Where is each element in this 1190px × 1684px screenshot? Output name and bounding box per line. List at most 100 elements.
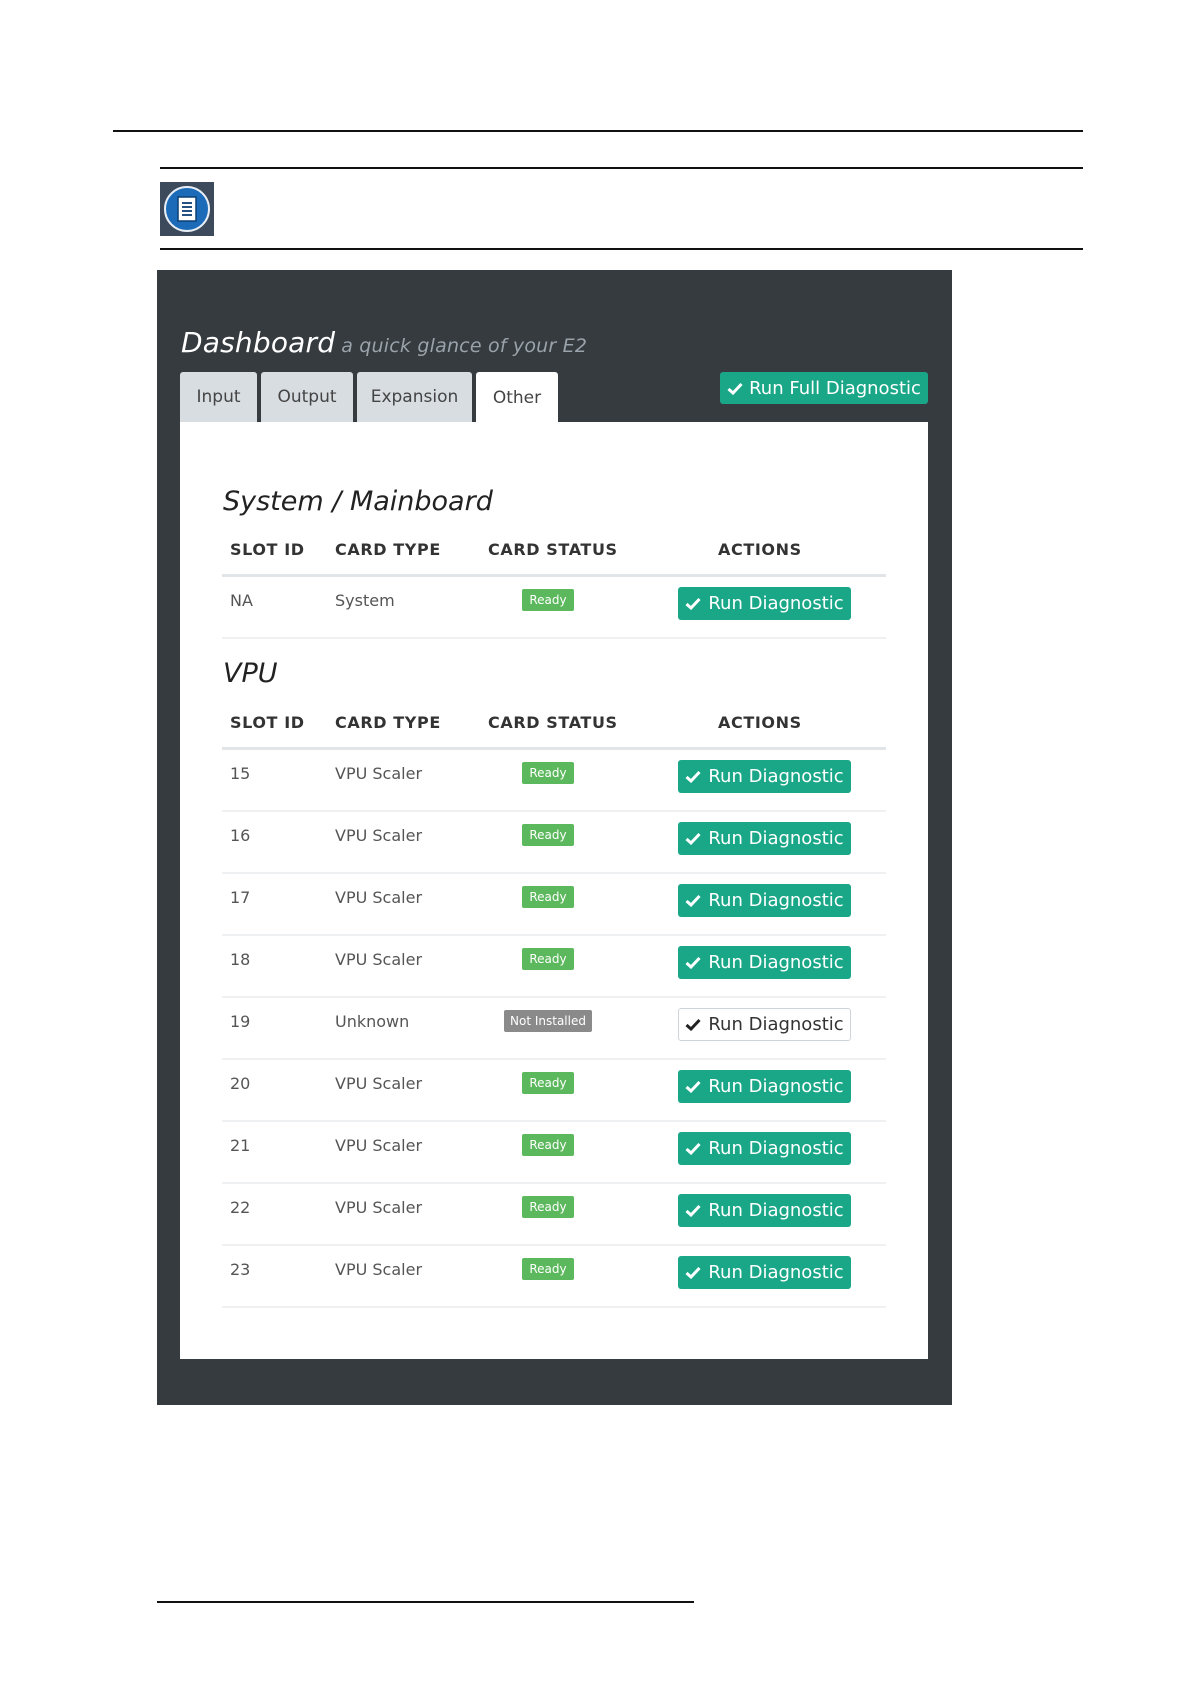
table-row: 22 VPU Scaler Ready Run Diagnostic: [222, 1184, 886, 1246]
slot-id: 18: [230, 950, 251, 969]
run-diagnostic-label: Run Diagnostic: [708, 1076, 844, 1097]
run-diagnostic-button[interactable]: Run Diagnostic: [678, 760, 851, 793]
card-type: VPU Scaler: [335, 1074, 423, 1093]
table-row: 20 VPU Scaler Ready Run Diagnostic: [222, 1060, 886, 1122]
table-row: 15 VPU Scaler Ready Run Diagnostic: [222, 750, 886, 812]
slot-id: 19: [230, 1012, 251, 1031]
status-badge: Ready: [522, 1072, 574, 1094]
status-badge: Ready: [522, 1258, 574, 1280]
note-top-rule: [160, 167, 1083, 169]
note-bottom-rule: [160, 248, 1083, 250]
check-icon: [685, 1204, 701, 1217]
slot-id: 23: [230, 1260, 251, 1279]
table-row: 17 VPU Scaler Ready Run Diagnostic: [222, 874, 886, 936]
header-actions: ACTIONS: [718, 713, 802, 732]
slot-id: 16: [230, 826, 251, 845]
run-full-diagnostic-label: Run Full Diagnostic: [749, 377, 921, 399]
table-row: NA System Ready Run Diagnostic: [222, 577, 886, 639]
note-document-icon: [160, 182, 214, 236]
check-icon: [685, 894, 701, 907]
vpu-section-title: VPU: [223, 658, 278, 689]
run-diagnostic-label: Run Diagnostic: [708, 766, 844, 787]
run-diagnostic-button[interactable]: Run Diagnostic: [678, 1256, 851, 1289]
header-rule: [113, 130, 1083, 132]
status-badge: Ready: [522, 886, 574, 908]
table-row: 23 VPU Scaler Ready Run Diagnostic: [222, 1246, 886, 1308]
table-row: 18 VPU Scaler Ready Run Diagnostic: [222, 936, 886, 998]
status-badge: Not Installed: [504, 1010, 592, 1032]
card-type: VPU Scaler: [335, 1136, 423, 1155]
run-diagnostic-button[interactable]: Run Diagnostic: [678, 822, 851, 855]
card-type: VPU Scaler: [335, 888, 423, 907]
run-full-diagnostic-button[interactable]: Run Full Diagnostic: [720, 372, 928, 404]
vpu-table: SLOT ID CARD TYPE CARD STATUS ACTIONS 15…: [222, 713, 886, 1308]
status-badge: Ready: [522, 762, 574, 784]
status-badge: Ready: [522, 948, 574, 970]
dashboard-window: Dashboard a quick glance of your E2 Input…: [157, 270, 952, 1405]
status-badge: Ready: [522, 1196, 574, 1218]
check-icon: [685, 597, 701, 610]
check-icon: [727, 382, 743, 395]
table-header: SLOT ID CARD TYPE CARD STATUS ACTIONS: [222, 713, 886, 750]
run-diagnostic-label: Run Diagnostic: [708, 1014, 844, 1035]
slot-id: 15: [230, 764, 251, 783]
header-card-status: CARD STATUS: [488, 713, 618, 732]
run-diagnostic-button[interactable]: Run Diagnostic: [678, 1194, 851, 1227]
dashboard-subtitle: a quick glance of your E2: [341, 335, 588, 357]
card-type: Unknown: [335, 1012, 410, 1031]
table-row: 21 VPU Scaler Ready Run Diagnostic: [222, 1122, 886, 1184]
other-tab-panel: System / Mainboard SLOT ID CARD TYPE CAR…: [180, 422, 928, 1359]
slot-id: NA: [230, 591, 253, 610]
check-icon: [685, 956, 701, 969]
run-diagnostic-button[interactable]: Run Diagnostic: [678, 946, 851, 979]
dashboard-title: Dashboard: [181, 326, 336, 359]
header-slot-id: SLOT ID: [230, 540, 305, 559]
check-icon: [685, 770, 701, 783]
run-diagnostic-label: Run Diagnostic: [708, 1138, 844, 1159]
card-type: System: [335, 591, 395, 610]
table-row: 19 Unknown Not Installed Run Diagnostic: [222, 998, 886, 1060]
run-diagnostic-button[interactable]: Run Diagnostic: [678, 1132, 851, 1165]
run-diagnostic-label: Run Diagnostic: [708, 1262, 844, 1283]
slot-id: 17: [230, 888, 251, 907]
tab-expansion[interactable]: Expansion: [357, 372, 472, 422]
check-icon: [685, 1142, 701, 1155]
run-diagnostic-label: Run Diagnostic: [708, 828, 844, 849]
check-icon: [685, 832, 701, 845]
card-type: VPU Scaler: [335, 826, 423, 845]
run-diagnostic-label: Run Diagnostic: [708, 593, 844, 614]
card-type: VPU Scaler: [335, 950, 423, 969]
check-icon: [685, 1080, 701, 1093]
header-card-type: CARD TYPE: [335, 713, 441, 732]
card-type: VPU Scaler: [335, 1260, 423, 1279]
tab-output[interactable]: Output: [261, 372, 353, 422]
table-row: 16 VPU Scaler Ready Run Diagnostic: [222, 812, 886, 874]
run-diagnostic-button[interactable]: Run Diagnostic: [678, 884, 851, 917]
status-badge: Ready: [522, 824, 574, 846]
run-diagnostic-button[interactable]: Run Diagnostic: [678, 587, 851, 620]
dashboard-heading: Dashboard a quick glance of your E2: [181, 326, 587, 359]
tab-other[interactable]: Other: [476, 372, 558, 424]
tab-input[interactable]: Input: [180, 372, 257, 422]
check-icon: [685, 1018, 701, 1031]
run-diagnostic-label: Run Diagnostic: [708, 1200, 844, 1221]
slot-id: 21: [230, 1136, 251, 1155]
table-header: SLOT ID CARD TYPE CARD STATUS ACTIONS: [222, 540, 886, 577]
header-actions: ACTIONS: [718, 540, 802, 559]
footer-rule: [157, 1601, 694, 1603]
header-slot-id: SLOT ID: [230, 713, 305, 732]
system-section-title: System / Mainboard: [223, 486, 493, 517]
run-diagnostic-label: Run Diagnostic: [708, 952, 844, 973]
system-table: SLOT ID CARD TYPE CARD STATUS ACTIONS NA…: [222, 540, 886, 639]
slot-id: 20: [230, 1074, 251, 1093]
card-type: VPU Scaler: [335, 1198, 423, 1217]
check-icon: [685, 1266, 701, 1279]
run-diagnostic-button[interactable]: Run Diagnostic: [678, 1070, 851, 1103]
run-diagnostic-button[interactable]: Run Diagnostic: [678, 1008, 851, 1041]
status-badge: Ready: [522, 1134, 574, 1156]
header-card-status: CARD STATUS: [488, 540, 618, 559]
slot-id: 22: [230, 1198, 251, 1217]
header-card-type: CARD TYPE: [335, 540, 441, 559]
status-badge: Ready: [522, 589, 574, 611]
card-type: VPU Scaler: [335, 764, 423, 783]
